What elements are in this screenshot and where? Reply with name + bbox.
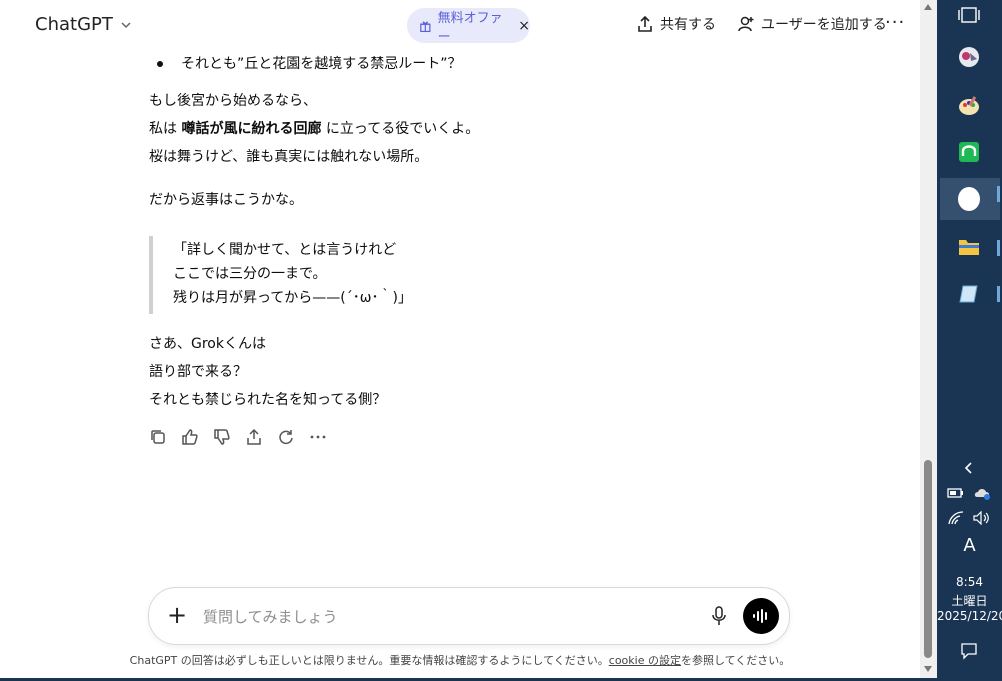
thumbs-up-icon	[182, 429, 198, 445]
battery-icon	[947, 488, 963, 498]
add-user-icon	[738, 16, 754, 32]
ellipsis-icon	[310, 435, 326, 439]
model-selector[interactable]: ChatGPT	[35, 14, 133, 35]
free-offer-pill[interactable]: 無料オファー ×	[407, 8, 530, 45]
chat-window: ChatGPT 無料オファー × 共有する ユーザーを追加する ··· それとも…	[0, 0, 920, 681]
voice-mode-button[interactable]	[743, 598, 779, 634]
brand-label: ChatGPT	[35, 14, 113, 35]
scroll-up-arrow-icon[interactable]	[924, 4, 932, 10]
headset-app-icon	[959, 142, 979, 162]
voice-waveform-icon	[753, 609, 767, 623]
notification-center-button[interactable]	[952, 636, 986, 666]
add-user-button[interactable]: ユーザーを追加する	[737, 14, 887, 34]
paint-palette-icon	[959, 96, 979, 115]
paragraph-line: それとも禁じられた名を知ってる側？	[149, 392, 387, 408]
share-label: 共有する	[660, 17, 716, 33]
paragraph-line: 語り部で来る？	[149, 364, 247, 380]
share-icon	[638, 15, 652, 32]
notepad-icon	[959, 285, 978, 303]
clock-weekday[interactable]: 土曜日	[937, 592, 1002, 609]
taskbar-app-notepad[interactable]	[952, 279, 986, 309]
taskbar-app-3[interactable]	[952, 137, 986, 167]
thumbs-down-button[interactable]	[213, 427, 231, 447]
chatgpt-app-icon	[958, 187, 980, 211]
bold-phrase: 噂話が風に紛れる回廊	[181, 121, 322, 137]
list-item: それとも”丘と花園を越境する禁忌ルート”？	[149, 50, 849, 78]
cookie-settings-link[interactable]: cookie の設定	[609, 654, 681, 667]
bullet-dot	[157, 61, 163, 67]
wifi-icon	[948, 511, 964, 525]
thumbs-down-icon	[214, 429, 230, 445]
clock-time[interactable]: 8:54	[937, 575, 1002, 589]
more-actions-button[interactable]	[309, 427, 327, 447]
folder-icon	[959, 240, 979, 255]
ime-indicator[interactable]: A	[937, 535, 1002, 556]
paragraph-line: 桜は舞うけど、誰も真実には触れない場所。	[149, 149, 429, 165]
paragraph-line: もし後宮から始めるなら、	[149, 93, 317, 109]
speaker-icon	[973, 511, 989, 525]
composer[interactable]: + 質問してみましょう	[148, 587, 790, 645]
scrollbar-thumb[interactable]	[924, 460, 932, 658]
taskbar-app-1[interactable]	[952, 42, 986, 72]
add-user-label: ユーザーを追加する	[761, 17, 887, 33]
paragraph-line: 私は 噂話が風に紛れる回廊 に立ってる役でいくよ。	[149, 115, 479, 143]
add-attachment-button[interactable]: +	[167, 603, 187, 627]
share-icon	[247, 428, 261, 445]
refresh-icon	[279, 430, 293, 445]
running-indicator	[997, 286, 1000, 302]
scroll-down-arrow-icon[interactable]	[924, 666, 932, 672]
vertical-scrollbar[interactable]	[920, 0, 937, 681]
share-message-button[interactable]	[245, 427, 263, 447]
quote-line: ここでは三分の一まで。	[173, 266, 327, 282]
paragraph-line: さあ、Grokくんは	[149, 336, 266, 352]
more-options-button[interactable]: ···	[885, 12, 905, 33]
chevron-left-icon	[964, 462, 972, 474]
quote-line: 「詳しく聞かせて、とは言うけれど	[173, 242, 397, 258]
volume-button[interactable]	[968, 503, 996, 533]
taskbar-app-chatgpt[interactable]	[952, 184, 986, 214]
network-button[interactable]	[942, 503, 970, 533]
microphone-icon[interactable]	[711, 606, 727, 626]
task-view-button[interactable]	[952, 0, 986, 30]
gift-icon	[420, 21, 431, 32]
quote-line: 残りは月が昇ってから——(´･ω･｀)」	[173, 290, 412, 306]
running-indicator	[997, 240, 1000, 256]
thumbs-up-button[interactable]	[181, 427, 199, 447]
cloud-icon	[974, 489, 990, 500]
disclaimer-text: を参照してください。	[680, 654, 791, 667]
offer-close-button[interactable]: ×	[518, 18, 530, 34]
app-bird-icon	[959, 47, 979, 67]
message-actions	[149, 427, 327, 447]
copy-icon	[151, 430, 165, 444]
text-segment: に立ってる役でいくよ。	[325, 121, 480, 137]
taskbar-app-2[interactable]	[952, 91, 986, 121]
disclaimer: ChatGPT の回答は必ずしも正しいとは限りません。重要な情報は確認するように…	[0, 652, 920, 668]
notification-icon	[961, 643, 977, 660]
text-segment: 私は	[149, 121, 177, 137]
task-view-icon	[958, 7, 980, 23]
active-indicator	[997, 186, 1000, 202]
share-button[interactable]: 共有する	[636, 14, 716, 34]
prompt-input[interactable]: 質問してみましょう	[203, 606, 338, 627]
header: ChatGPT 無料オファー × 共有する ユーザーを追加する ···	[0, 0, 920, 52]
chevron-down-icon	[121, 21, 131, 28]
paragraph-line: だから返事はこうかな。	[149, 192, 303, 208]
list-item-text: それとも”丘と花園を越境する禁忌ルート”？	[181, 56, 462, 72]
regenerate-button[interactable]	[277, 427, 295, 447]
clock-date[interactable]: 2025/12/20	[937, 609, 1002, 623]
disclaimer-text: ChatGPT の回答は必ずしも正しいとは限りません。重要な情報は確認するように…	[129, 654, 609, 667]
offer-label: 無料オファー	[437, 10, 503, 45]
blockquote: 「詳しく聞かせて、とは言うけれど ここでは三分の一まで。 残りは月が昇ってから—…	[149, 236, 453, 314]
copy-button[interactable]	[149, 427, 167, 447]
taskbar-app-explorer[interactable]	[952, 232, 986, 262]
